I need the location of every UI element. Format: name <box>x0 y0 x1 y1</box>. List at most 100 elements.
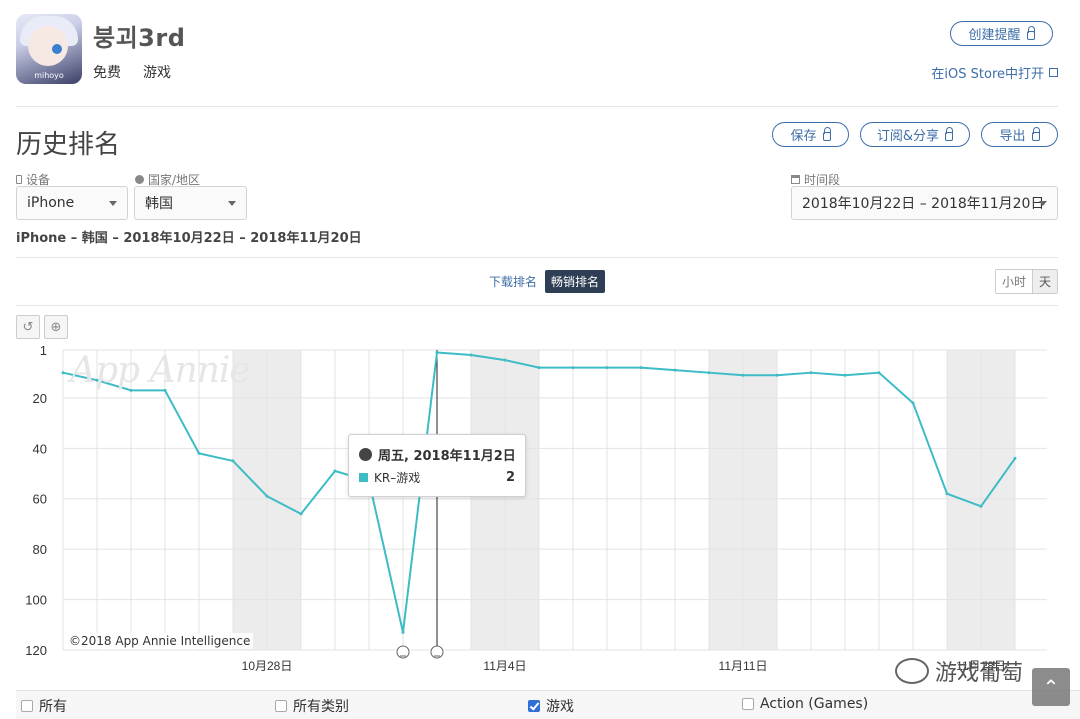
chart-tooltip: 周五, 2018年11月2日 KR–游戏 2 <box>348 434 526 497</box>
data-point <box>435 351 439 355</box>
device-value: iPhone <box>27 195 75 211</box>
data-point <box>979 504 983 508</box>
y-tick-label: 1 <box>40 343 47 358</box>
y-tick-label: 120 <box>25 643 47 658</box>
y-tick-label: 100 <box>25 593 47 608</box>
undo-icon: ↺ <box>22 319 34 335</box>
filter-label: 游戏 <box>546 699 574 715</box>
app-icon-face <box>28 26 68 66</box>
data-point <box>639 366 643 370</box>
data-point <box>265 494 269 498</box>
tab-day[interactable]: 天 <box>1031 270 1057 293</box>
data-point <box>299 512 303 516</box>
save-label: 保存 <box>790 129 817 144</box>
wechat-watermark-text: 游戏葡萄 <box>935 661 1024 686</box>
export-label: 导出 <box>999 129 1026 144</box>
tab-grossing-rank[interactable]: 畅销排名 <box>545 270 606 293</box>
tab-download-rank[interactable]: 下载排名 <box>485 270 541 293</box>
data-point <box>231 459 235 463</box>
data-point <box>571 366 575 370</box>
data-point <box>1013 456 1017 460</box>
app-annie-watermark: App Annie <box>70 350 251 391</box>
subscribe-share-button[interactable]: 订阅&分享 <box>860 122 970 147</box>
app-category[interactable]: 游戏 <box>143 62 171 82</box>
category-filter-bar: 所有 所有类别 游戏 Action (Games) <box>16 690 1080 719</box>
y-tick-label: 80 <box>33 542 47 557</box>
data-point <box>809 371 813 375</box>
data-point <box>707 371 711 375</box>
app-meta: 免费 游戏 <box>93 62 171 82</box>
tab-hour[interactable]: 小时 <box>995 270 1032 293</box>
reset-zoom-button[interactable]: ↺ <box>16 315 40 339</box>
filter-all[interactable]: 所有 <box>21 696 67 716</box>
data-point <box>503 358 507 362</box>
x-tick-label: 10月28日 <box>242 659 293 673</box>
globe-icon <box>135 175 144 184</box>
page-title: 历史排名 <box>16 130 121 160</box>
app-icon: mihoyo <box>16 14 82 84</box>
lock-icon <box>945 126 954 141</box>
create-alert-label: 创建提醒 <box>968 28 1021 43</box>
country-value: 韩国 <box>145 196 173 212</box>
data-point <box>401 630 405 634</box>
tooltip-header: 周五, 2018年11月2日 <box>359 445 516 464</box>
external-link-icon <box>1049 68 1058 77</box>
period-value: 2018年10月22日 – 2018年11月20日 <box>802 196 1045 212</box>
filter-all-categories[interactable]: 所有类别 <box>275 696 349 716</box>
divider <box>16 106 1058 107</box>
export-button[interactable]: 导出 <box>981 122 1058 147</box>
tooltip-date: 周五, 2018年11月2日 <box>378 449 516 464</box>
data-point <box>945 492 949 496</box>
zoom-in-icon: ⊕ <box>50 319 62 335</box>
rank-type-toggle: 下载排名 畅销排名 <box>485 270 606 293</box>
series-swatch <box>359 473 368 482</box>
y-tick-label: 60 <box>33 492 47 507</box>
x-tick-label: 11月11日 <box>719 659 768 673</box>
filter-label: 所有类别 <box>293 699 349 715</box>
filter-action-games[interactable]: Action (Games) <box>742 696 868 712</box>
tooltip-value: 2 <box>505 470 515 485</box>
checkbox[interactable] <box>275 700 287 712</box>
checkbox[interactable] <box>528 700 540 712</box>
create-alert-button[interactable]: 创建提醒 <box>950 21 1053 46</box>
lock-icon <box>1031 126 1040 141</box>
lock-icon <box>1026 25 1035 40</box>
phone-icon <box>16 175 22 184</box>
filter-label: Action (Games) <box>760 696 869 712</box>
period-select[interactable]: 2018年10月22日 – 2018年11月20日 <box>791 186 1058 220</box>
data-point <box>877 371 881 375</box>
y-tick-label: 40 <box>33 441 47 456</box>
chevron-up-icon: ⌃ <box>1042 675 1060 699</box>
zoom-button[interactable]: ⊕ <box>44 315 68 339</box>
chevron-down-icon <box>1039 201 1047 206</box>
data-point <box>775 373 779 377</box>
data-point <box>197 451 201 455</box>
data-point <box>741 373 745 377</box>
copyright: ©2018 App Annie Intelligence <box>66 633 254 649</box>
checkbox[interactable] <box>21 700 33 712</box>
globe-icon <box>359 448 372 461</box>
tooltip-row: KR–游戏 2 <box>359 469 515 486</box>
chevron-down-icon <box>109 201 117 206</box>
ios-store-link[interactable]: 在iOS Store中打开 <box>931 63 1058 82</box>
data-point <box>61 371 65 375</box>
wechat-watermark: 游戏葡萄 <box>895 655 1023 687</box>
lock-icon <box>822 126 831 141</box>
country-select[interactable]: 韩国 <box>134 186 247 220</box>
device-select[interactable]: iPhone <box>16 186 128 220</box>
app-icon-brand: mihoyo <box>34 71 64 80</box>
rank-history-chart[interactable]: 12040608010012010月28日 11月4日 11月11日 11月18日 <box>0 340 1080 680</box>
granularity-toggle: 小时 天 <box>994 269 1058 294</box>
filter-label: 所有 <box>39 699 67 715</box>
subscribe-share-label: 订阅&分享 <box>876 129 940 144</box>
checkbox[interactable] <box>742 698 754 710</box>
divider <box>16 305 1058 306</box>
data-point <box>911 401 915 405</box>
filter-games[interactable]: 游戏 <box>528 696 574 716</box>
data-point <box>537 366 541 370</box>
ios-store-label: 在iOS Store中打开 <box>931 67 1044 82</box>
filter-summary: iPhone – 韩国 – 2018年10月22日 – 2018年11月20日 <box>16 231 362 246</box>
scroll-to-top-button[interactable]: ⌃ <box>1032 668 1070 706</box>
app-icon-eye <box>52 44 62 54</box>
save-button[interactable]: 保存 <box>772 122 849 147</box>
